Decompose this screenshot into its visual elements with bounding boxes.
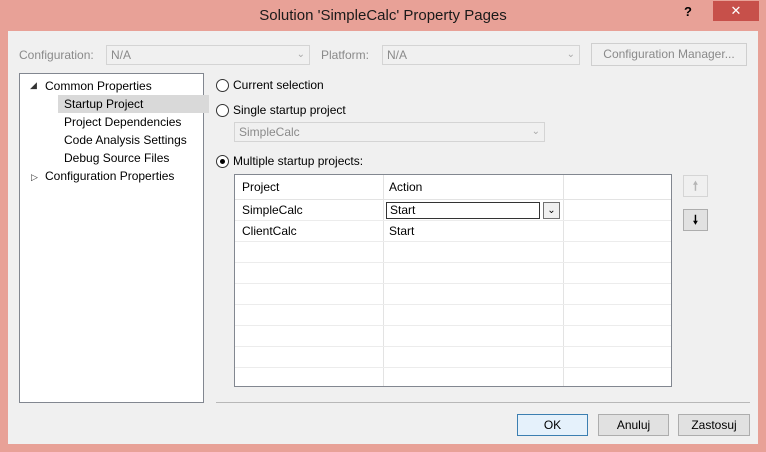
property-tree[interactable]: ◢ Common Properties Startup Project Proj…	[19, 73, 209, 403]
ok-button[interactable]: OK	[517, 414, 588, 436]
multiple-startup-radio[interactable]	[216, 155, 229, 168]
platform-combo[interactable]: N/A ⌄	[382, 45, 580, 65]
close-icon: ✕	[730, 3, 742, 18]
table-row-project[interactable]: SimpleCalc	[242, 200, 303, 220]
single-startup-radio[interactable]	[216, 104, 229, 117]
configuration-combo[interactable]: N/A ⌄	[106, 45, 310, 65]
dialog-body: Configuration: N/A ⌄ Platform: N/A ⌄ Con…	[8, 31, 758, 444]
apply-button[interactable]: Zastosuj	[678, 414, 750, 436]
help-button[interactable]: ?	[676, 2, 700, 22]
tree-item-debug-source-files[interactable]: Debug Source Files	[64, 149, 169, 167]
arrow-up-icon: 🠕	[692, 179, 699, 193]
action-combo[interactable]: Start	[386, 202, 540, 219]
close-button[interactable]: ✕	[713, 1, 759, 21]
column-header-action[interactable]: Action	[389, 177, 422, 197]
column-header-project[interactable]: Project	[242, 177, 279, 197]
chevron-down-icon: ⌄	[566, 49, 575, 60]
table-row-action[interactable]: Start	[389, 221, 414, 241]
collapse-arrow-icon[interactable]: ◢	[30, 80, 37, 91]
title-bar[interactable]: Solution 'SimpleCalc' Property Pages ? ✕	[0, 0, 766, 32]
platform-label: Platform:	[321, 48, 370, 62]
startup-projects-grid[interactable]: Project Action SimpleCalc Start ⌄ Client…	[234, 174, 672, 387]
footer-divider	[216, 402, 750, 403]
property-pages-dialog: Solution 'SimpleCalc' Property Pages ? ✕…	[0, 0, 766, 452]
table-row-project[interactable]: ClientCalc	[242, 221, 297, 241]
current-selection-radio[interactable]	[216, 79, 229, 92]
tree-item-startup-project[interactable]: Startup Project	[58, 95, 209, 113]
window-title: Solution 'SimpleCalc' Property Pages	[259, 7, 507, 24]
move-down-button[interactable]: 🠗	[683, 209, 708, 231]
tree-item-configuration-properties[interactable]: Configuration Properties	[45, 167, 174, 185]
single-startup-combo[interactable]: SimpleCalc ⌄	[234, 122, 545, 142]
chevron-down-icon: ⌄	[296, 49, 305, 60]
chevron-down-icon[interactable]: ⌄	[543, 202, 560, 219]
configuration-manager-button[interactable]: Configuration Manager...	[591, 43, 747, 66]
arrow-down-icon: 🠗	[692, 213, 699, 227]
configuration-label: Configuration:	[19, 48, 94, 62]
tree-item-project-dependencies[interactable]: Project Dependencies	[64, 113, 181, 131]
move-up-button[interactable]: 🠕	[683, 175, 708, 197]
tree-item-common-properties[interactable]: Common Properties	[45, 77, 152, 95]
multiple-startup-label[interactable]: Multiple startup projects:	[233, 153, 363, 169]
chevron-down-icon: ⌄	[531, 126, 540, 137]
expand-arrow-icon[interactable]: ▷	[31, 172, 38, 183]
single-startup-label[interactable]: Single startup project	[233, 102, 346, 118]
cancel-button[interactable]: Anuluj	[598, 414, 669, 436]
tree-item-code-analysis-settings[interactable]: Code Analysis Settings	[64, 131, 187, 149]
current-selection-label[interactable]: Current selection	[233, 77, 324, 93]
